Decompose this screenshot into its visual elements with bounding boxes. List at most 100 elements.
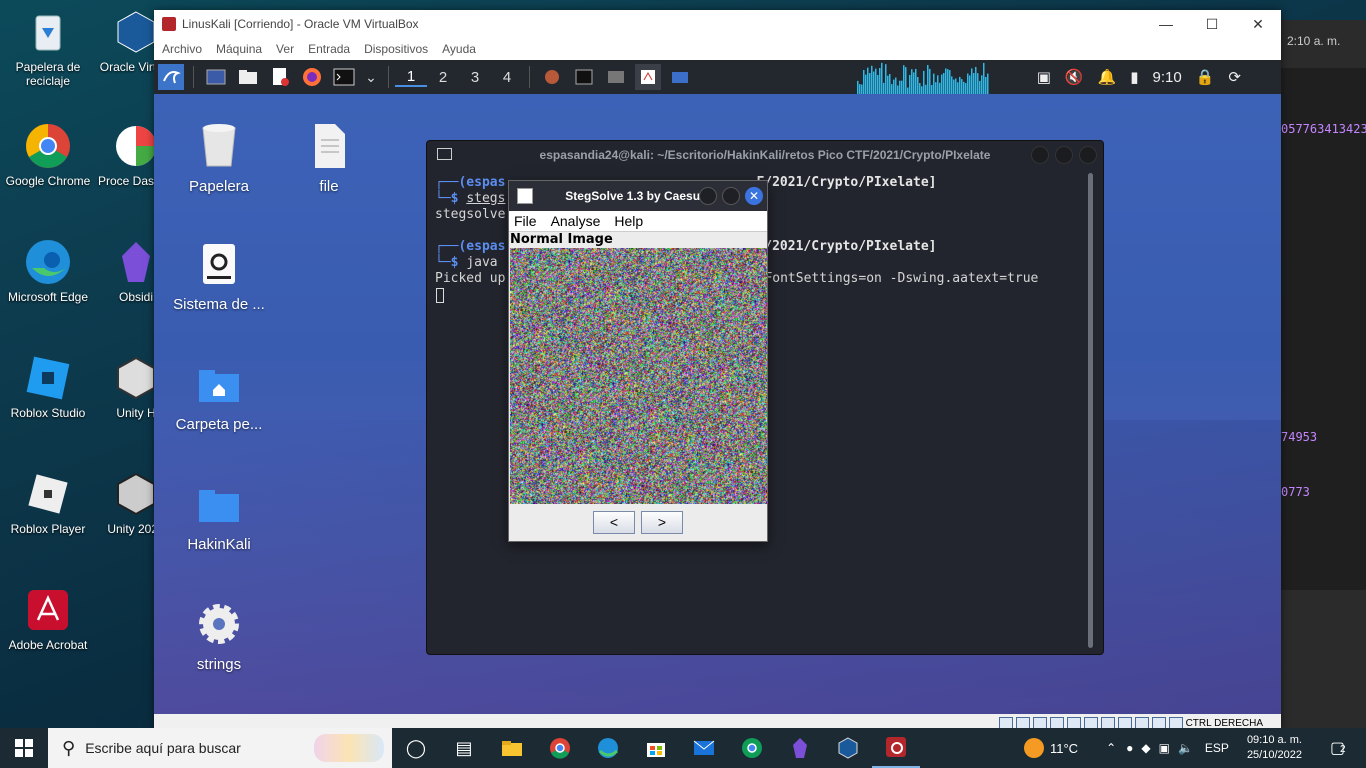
minimize-button[interactable]: —: [1143, 10, 1189, 38]
task-stegsolve-icon[interactable]: [635, 64, 661, 90]
widgets-icon[interactable]: ▤: [440, 728, 488, 768]
virtualbox-taskbar-icon[interactable]: [824, 728, 872, 768]
weather-temp[interactable]: 11°C: [1050, 741, 1078, 756]
cpu-graph-bar: [917, 76, 919, 94]
guest-icon-hakinkali[interactable]: HakinKali: [154, 480, 284, 553]
close-button[interactable]: ✕: [1235, 10, 1281, 38]
home-folder-icon: [195, 360, 243, 408]
stegsolve-maximize-button[interactable]: [722, 187, 740, 205]
terminal-scrollbar[interactable]: [1088, 173, 1093, 648]
text-editor-icon[interactable]: [267, 64, 293, 90]
guest-icon-filesystem[interactable]: Sistema de ...: [154, 240, 284, 313]
menu-help[interactable]: Help: [614, 213, 643, 229]
task-window-icon[interactable]: [603, 64, 629, 90]
show-desktop-icon[interactable]: [203, 64, 229, 90]
kali-menu-icon[interactable]: [158, 64, 184, 90]
bell-icon[interactable]: 🔔: [1098, 68, 1117, 86]
desktop-icon-recycle-bin[interactable]: Papelera de reciclaje: [0, 8, 96, 88]
menu-archivo[interactable]: Archivo: [162, 42, 202, 56]
task-folder-icon[interactable]: [667, 64, 693, 90]
task-view-icon[interactable]: ◯: [392, 728, 440, 768]
window-title: LinusKali [Corriendo] - Oracle VM Virtua…: [182, 17, 419, 31]
security-icon[interactable]: ◆: [1141, 741, 1150, 755]
workspace-1[interactable]: 1: [395, 68, 427, 87]
clock[interactable]: 09:10 a. m. 25/10/2022: [1247, 733, 1302, 763]
cpu-graph-bar: [943, 72, 945, 94]
gear-icon: [195, 600, 243, 648]
mail-icon[interactable]: [680, 728, 728, 768]
maximize-button[interactable]: ☐: [1189, 10, 1235, 38]
recycle-bin-icon: [24, 8, 72, 56]
firefox-icon[interactable]: [299, 64, 325, 90]
terminal-close-button[interactable]: [1079, 146, 1097, 164]
volume-icon[interactable]: 🔈: [1178, 741, 1193, 755]
task-firefox-icon[interactable]: [539, 64, 565, 90]
weather-icon[interactable]: [1023, 738, 1044, 758]
menu-file[interactable]: File: [514, 213, 537, 229]
notification-count: 2: [1340, 744, 1346, 755]
stegsolve-window[interactable]: StegSolve 1.3 by Caesum ✕ File Analyse H…: [508, 180, 768, 542]
notification-center[interactable]: ▢ 2: [1330, 738, 1356, 758]
chrome-taskbar-icon[interactable]: [536, 728, 584, 768]
battery-icon[interactable]: ▮: [1130, 68, 1138, 86]
taskbar-search[interactable]: ⚲ Escribe aquí para buscar: [48, 728, 392, 768]
prev-button[interactable]: <: [593, 511, 635, 534]
chevron-down-icon[interactable]: ⌄: [363, 64, 379, 90]
desktop-icon-acrobat[interactable]: Adobe Acrobat: [0, 586, 96, 652]
desktop-icon-edge[interactable]: Microsoft Edge: [0, 238, 96, 304]
cpu-graph-bar: [897, 85, 899, 94]
desktop-icon-chrome[interactable]: Google Chrome: [0, 122, 96, 188]
menu-ayuda[interactable]: Ayuda: [442, 42, 476, 56]
logout-icon[interactable]: ⟳: [1228, 68, 1241, 86]
language-indicator[interactable]: ESP: [1205, 741, 1229, 755]
guest-icon-home-folder[interactable]: Carpeta pe...: [154, 360, 284, 433]
terminal-launcher-icon[interactable]: [331, 64, 357, 90]
display-icon[interactable]: ▣: [1037, 68, 1051, 86]
obsidian-taskbar-icon[interactable]: [776, 728, 824, 768]
virtualbox-window[interactable]: LinusKali [Corriendo] - Oracle VM Virtua…: [154, 10, 1281, 732]
kali-guest-screen[interactable]: ⌄ 1 2 3 4 ▣ 🔇 🔔 ▮ 9:10 🔒 ⟳ Papelera file…: [154, 60, 1281, 714]
chrome-profile-icon[interactable]: [728, 728, 776, 768]
file-manager-icon[interactable]: [235, 64, 261, 90]
lock-icon[interactable]: 🔒: [1196, 68, 1215, 86]
menu-entrada[interactable]: Entrada: [308, 42, 350, 56]
task-terminal-icon[interactable]: [571, 64, 597, 90]
network-icon[interactable]: ▣: [1159, 741, 1170, 755]
system-tray: 11°C ⌃ ● ◆ ▣ 🔈 ESP 09:10 a. m. 25/10/202…: [1023, 728, 1366, 768]
chevron-up-icon[interactable]: ⌃: [1106, 741, 1116, 755]
start-button[interactable]: [0, 728, 48, 768]
prompt-path: F/2021/Crypto/PIxelate]: [756, 239, 937, 254]
virtualbox-titlebar[interactable]: LinusKali [Corriendo] - Oracle VM Virtua…: [154, 10, 1281, 38]
workspace-3[interactable]: 3: [459, 69, 491, 86]
cpu-graph-bar: [907, 87, 909, 94]
panel-clock[interactable]: 9:10: [1153, 69, 1182, 86]
menu-analyse[interactable]: Analyse: [551, 213, 601, 229]
menu-ver[interactable]: Ver: [276, 42, 294, 56]
guest-icon-file[interactable]: file: [264, 122, 394, 195]
terminal-titlebar[interactable]: espasandia24@kali: ~/Escritorio/HakinKal…: [427, 141, 1103, 169]
file-explorer-icon[interactable]: [488, 728, 536, 768]
edge-taskbar-icon[interactable]: [584, 728, 632, 768]
cpu-graph-bar: [927, 65, 929, 94]
cpu-graph-bar: [965, 83, 967, 94]
menu-maquina[interactable]: Máquina: [216, 42, 262, 56]
stegsolve-close-button[interactable]: ✕: [745, 187, 763, 205]
stegsolve-minimize-button[interactable]: [699, 187, 717, 205]
debian-taskbar-icon[interactable]: [872, 728, 920, 768]
people-icon[interactable]: ●: [1126, 741, 1133, 755]
desktop-icon-roblox-studio[interactable]: Roblox Studio: [0, 354, 96, 420]
stegsolve-titlebar[interactable]: StegSolve 1.3 by Caesum ✕: [509, 181, 767, 211]
store-icon[interactable]: [632, 728, 680, 768]
next-button[interactable]: >: [641, 511, 683, 534]
guest-icon-strings[interactable]: strings: [154, 600, 284, 673]
workspace-4[interactable]: 4: [491, 69, 523, 86]
terminal-maximize-button[interactable]: [1055, 146, 1073, 164]
terminal-minimize-button[interactable]: [1031, 146, 1049, 164]
mute-icon[interactable]: 🔇: [1065, 68, 1084, 86]
cpu-graph-bar: [901, 80, 903, 94]
cpu-graph-bar: [967, 73, 969, 94]
menu-dispositivos[interactable]: Dispositivos: [364, 42, 428, 56]
desktop-icon-roblox-player[interactable]: Roblox Player: [0, 470, 96, 536]
image-mode-label: Normal Image: [509, 231, 767, 247]
workspace-2[interactable]: 2: [427, 69, 459, 86]
